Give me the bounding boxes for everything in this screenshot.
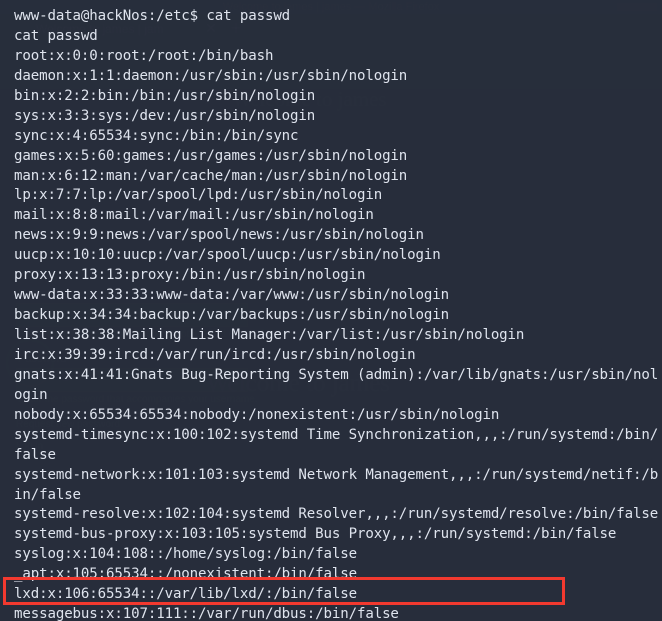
terminal-line: mail:x:8:8:mail:/var/mail:/usr/sbin/nolo…	[14, 207, 374, 224]
terminal-line: systemd-bus-proxy:x:103:105:systemd Bus …	[14, 526, 617, 543]
terminal-line: proxy:x:13:13:proxy:/bin:/usr/sbin/nolog…	[14, 267, 366, 284]
terminal-line: nobody:x:65534:65534:nobody:/nonexistent…	[14, 406, 500, 423]
terminal-line: root:x:0:0:root:/root:/bin/bash	[14, 47, 274, 64]
terminal-line: list:x:38:38:Mailing List Manager:/var/l…	[14, 327, 525, 343]
terminal-line: ogin	[14, 386, 48, 403]
terminal-line: news:x:9:9:news:/var/spool/news:/usr/sbi…	[14, 227, 424, 244]
terminal-line: man:x:6:12:man:/var/cache/man:/usr/sbin/…	[14, 167, 408, 184]
terminal-line: systemd-resolve:x:102:104:systemd Resolv…	[14, 506, 659, 523]
terminal-line: messagebus:x:107:111::/var/run/dbus:/bin…	[14, 606, 399, 621]
terminal-line: in/false	[14, 486, 81, 503]
terminal-line: www-data@hackNos:/etc$ cat passwd	[14, 8, 291, 24]
terminal-line: systemd-network:x:101:103:systemd Networ…	[14, 466, 659, 483]
terminal-line: gnats:x:41:41:Gnats Bug-Reporting System…	[14, 366, 659, 383]
terminal-line: irc:x:39:39:ircd:/var/run/ircd:/usr/sbin…	[14, 346, 416, 363]
terminal-line: daemon:x:1:1:daemon:/usr/sbin:/usr/sbin/…	[14, 67, 408, 84]
terminal-line: _apt:x:105:65534::/nonexistent:/bin/fals…	[14, 566, 357, 583]
terminal-line: lxd:x:106:65534::/var/lib/lxd/:/bin/fals…	[14, 586, 357, 603]
terminal-line: sync:x:4:65534:sync:/bin:/bin/sync	[14, 127, 299, 144]
terminal-line: uucp:x:10:10:uucp:/var/spool/uucp:/usr/s…	[14, 247, 441, 264]
terminal-window[interactable]: www-data@hackNos:/etc$ cat passwd cat pas…	[0, 0, 662, 621]
terminal-line: systemd-timesync:x:100:102:systemd Time …	[14, 426, 659, 443]
terminal-line: backup:x:34:34:backup:/var/backups:/usr/…	[14, 307, 449, 324]
terminal-output: www-data@hackNos:/etc$ cat passwd cat pas…	[4, 7, 662, 621]
terminal-line: games:x:5:60:games:/usr/games:/usr/sbin/…	[14, 147, 408, 164]
terminal-line: lp:x:7:7:lp:/var/spool/lpd:/usr/sbin/nol…	[14, 187, 383, 204]
terminal-line: false	[14, 446, 56, 463]
terminal-line: www-data:x:33:33:www-data:/var/www:/usr/…	[14, 287, 449, 304]
terminal-line: syslog:x:104:108::/home/syslog:/bin/fals…	[14, 546, 357, 563]
terminal-line: cat passwd	[14, 27, 98, 44]
terminal-line: sys:x:3:3:sys:/dev:/usr/sbin/nologin	[14, 107, 316, 124]
screen-root: Welcome to james | james — Mozilla Firef…	[0, 0, 662, 621]
terminal-line: bin:x:2:2:bin:/bin:/usr/sbin/nologin	[14, 87, 316, 104]
